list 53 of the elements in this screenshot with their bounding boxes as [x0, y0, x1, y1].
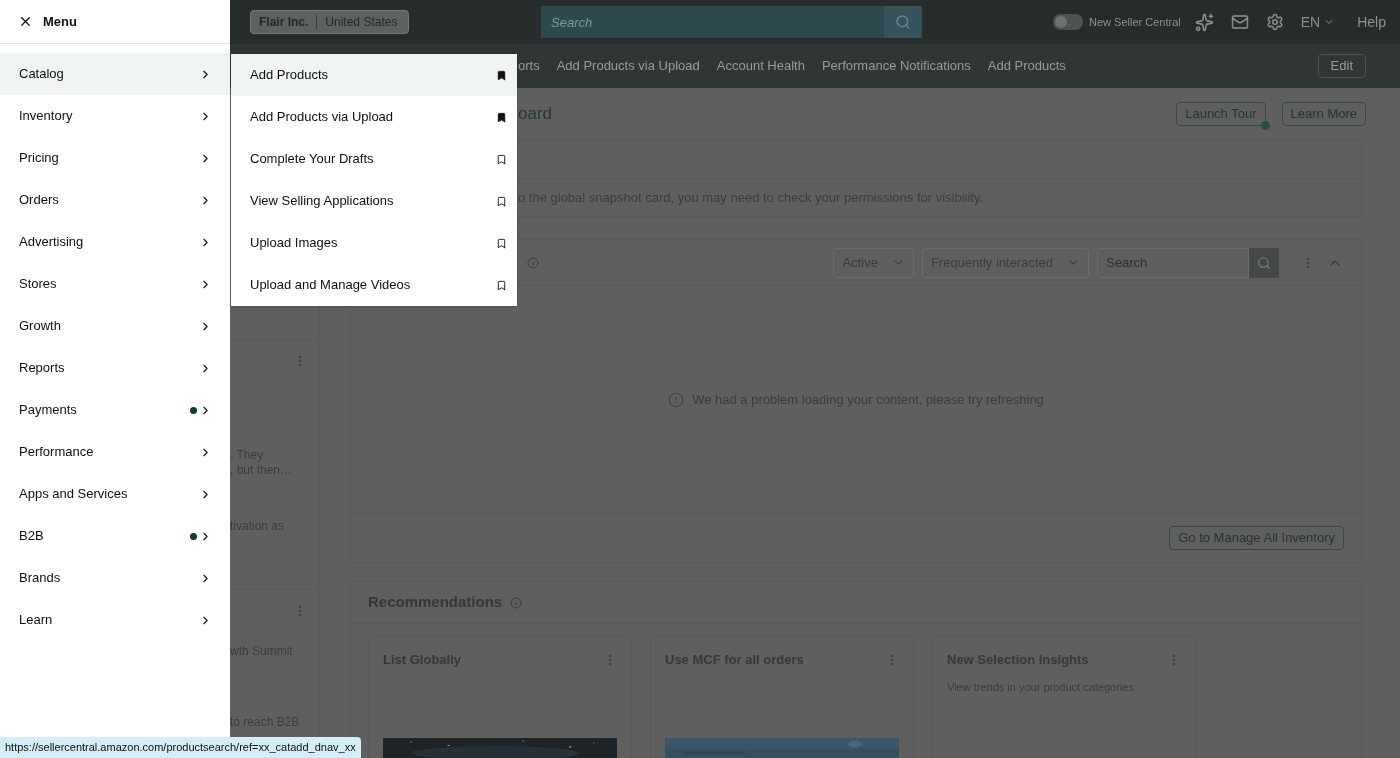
menu-item[interactable]: Apps and Services: [0, 473, 230, 515]
search-icon: [895, 14, 911, 30]
sparkle-icon[interactable]: [1194, 12, 1214, 32]
company-name: Flair Inc.: [251, 15, 318, 29]
menu-item[interactable]: B2B: [0, 515, 230, 557]
menu-item[interactable]: Pricing: [0, 137, 230, 179]
nav-link[interactable]: Add Products via Upload: [556, 56, 700, 76]
bookmark-icon[interactable]: [496, 69, 507, 81]
submenu-item[interactable]: View Selling Applications: [231, 180, 517, 222]
search-icon: [1257, 255, 1271, 270]
menu-item[interactable]: Learn: [0, 599, 230, 641]
menu-item[interactable]: Stores: [0, 263, 230, 305]
help-link[interactable]: Help: [1357, 11, 1386, 33]
toggle-label: New Seller Central: [1089, 14, 1181, 30]
menu-item[interactable]: Advertising: [0, 221, 230, 263]
search-button[interactable]: [1249, 247, 1279, 278]
nav-link[interactable]: Account Health: [716, 56, 805, 76]
menu-item[interactable]: Payments: [0, 389, 230, 431]
bookmark-icon[interactable]: [496, 111, 507, 123]
nav-link[interactable]: Performance Notifications: [821, 56, 971, 76]
menu-item[interactable]: Performance: [0, 431, 230, 473]
menu-title: Menu: [43, 12, 77, 31]
mail-icon[interactable]: [1230, 13, 1249, 31]
status-bar-url: https://sellercentral.amazon.com/productsearch/ref=xx_catadd_dnav_xx: [0, 737, 361, 758]
menu-item[interactable]: Reports: [0, 347, 230, 389]
settings-icon[interactable]: [1265, 13, 1284, 31]
submenu-item[interactable]: Upload and Manage Videos: [231, 264, 517, 306]
edit-button[interactable]: Edit: [1317, 54, 1366, 78]
bookmark-icon[interactable]: [496, 195, 507, 207]
toggle-switch[interactable]: [1053, 14, 1084, 30]
menu-item[interactable]: Catalog: [0, 53, 230, 95]
menu-item[interactable]: Inventory: [0, 95, 230, 137]
close-icon[interactable]: [18, 14, 33, 29]
submenu-item[interactable]: Add Products: [231, 54, 517, 96]
submenu-item[interactable]: Complete Your Drafts: [231, 138, 517, 180]
menu-item[interactable]: Orders: [0, 179, 230, 221]
nav-link[interactable]: Add Products: [987, 56, 1066, 76]
search-button[interactable]: [884, 6, 922, 38]
search-field[interactable]: Search: [541, 6, 884, 38]
menu-item[interactable]: Brands: [0, 557, 230, 599]
nav-link[interactable]: orts: [518, 56, 540, 76]
alert-icon: [668, 391, 685, 408]
info-icon[interactable]: [527, 256, 539, 269]
bookmark-icon[interactable]: [496, 153, 507, 165]
bookmark-icon[interactable]: [496, 279, 507, 291]
country-name: United States: [324, 14, 399, 31]
bookmark-icon[interactable]: [496, 237, 507, 249]
submenu-item[interactable]: Upload Images: [231, 222, 517, 264]
info-icon[interactable]: [510, 596, 523, 609]
page-title: oard: [518, 103, 553, 126]
submenu-item[interactable]: Add Products via Upload: [231, 96, 517, 138]
menu-item[interactable]: Growth: [0, 305, 230, 347]
language-selector[interactable]: EN: [1300, 11, 1336, 33]
